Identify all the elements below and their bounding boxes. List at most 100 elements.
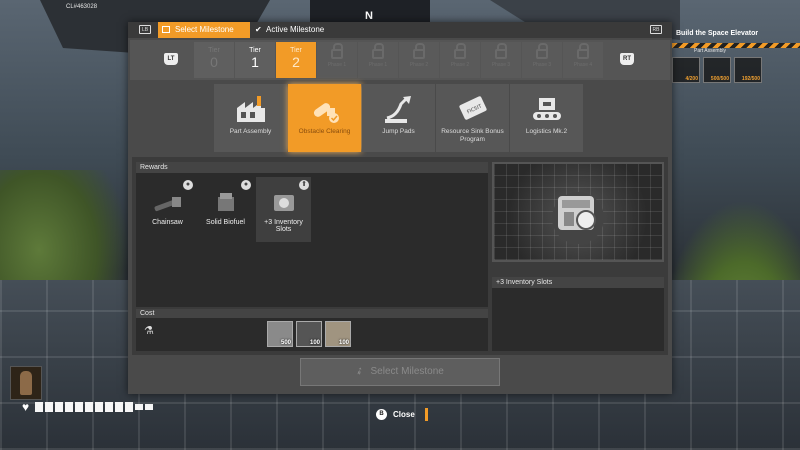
- tier-label: Phase 3: [491, 62, 511, 68]
- milestone-obstacle-clearing[interactable]: Obstacle Clearing: [288, 84, 361, 152]
- smart-plating-icon: 500: [267, 321, 293, 347]
- tab-select-milestone[interactable]: Select Milestone: [158, 22, 250, 38]
- milestone-part-assembly[interactable]: Part Assembly: [214, 84, 287, 152]
- lock-icon: [577, 43, 589, 59]
- tier-label: Phase 1: [327, 62, 347, 68]
- tier-number: 0: [210, 54, 218, 70]
- tier-locked[interactable]: Phase 2: [440, 42, 480, 78]
- tier-label: Phase 4: [573, 62, 593, 68]
- objective-count: 500/500: [710, 76, 729, 82]
- tier-locked[interactable]: Phase 4: [563, 42, 603, 78]
- milestone-details: Rewards ● Chainsaw ● Solid Biofuel ⬆ +3 …: [132, 157, 668, 355]
- reward-description: +3 Inventory Slots: [492, 277, 664, 351]
- compass-heading: N: [365, 10, 373, 22]
- reward-detail-title: +3 Inventory Slots: [492, 277, 664, 288]
- heart-icon: ♥: [22, 400, 30, 414]
- tier-locked[interactable]: Phase 1: [317, 42, 357, 78]
- rewards-section: Rewards ● Chainsaw ● Solid Biofuel ⬆ +3 …: [136, 162, 488, 307]
- smart-plating-icon: 500/500: [703, 57, 731, 83]
- tier-number: 1: [251, 54, 259, 70]
- reward-preview: [492, 162, 664, 262]
- conveyor-icon: [529, 94, 565, 126]
- milestone-name: Jump Pads: [382, 128, 415, 135]
- tier-label: Phase 2: [450, 62, 470, 68]
- tier-2[interactable]: Tier 2: [276, 42, 316, 78]
- lock-icon: [413, 43, 425, 59]
- chainsaw-icon: [307, 94, 343, 126]
- close-prompt[interactable]: B Close: [376, 408, 428, 421]
- cost-header: Cost: [136, 309, 488, 318]
- tier-locked[interactable]: Phase 3: [481, 42, 521, 78]
- cost-amount: 500: [280, 340, 291, 346]
- hub-terminal-panel: LB Select Milestone ✔ Active Milestone R…: [128, 22, 672, 394]
- button-label: Select Milestone: [370, 366, 444, 377]
- tier-label: Phase 3: [532, 62, 552, 68]
- tier-number: 2: [292, 54, 300, 70]
- reward-inventory-slots[interactable]: ⬆ +3 Inventory Slots: [256, 177, 311, 242]
- tier-label: Tier: [249, 47, 261, 54]
- concrete-icon: 100: [325, 321, 351, 347]
- select-milestone-button[interactable]: ➶ Select Milestone: [300, 358, 500, 386]
- player-portrait: [10, 366, 42, 400]
- tab-label: Select Milestone: [175, 25, 234, 34]
- rewards-header: Rewards: [136, 162, 488, 173]
- tab-label: Active Milestone: [266, 25, 325, 34]
- reward-solid-biofuel[interactable]: ● Solid Biofuel: [198, 177, 253, 242]
- lock-icon: [331, 43, 343, 59]
- tier-0[interactable]: Tier 0: [194, 42, 234, 78]
- accent-bar: [424, 408, 428, 421]
- client-id: CL#463028: [66, 4, 98, 10]
- cost-section: Cost ⚗ 500 100 100: [136, 309, 488, 351]
- lb-button-icon[interactable]: LB: [139, 25, 151, 34]
- milestone-resource-sink[interactable]: FICSIT Resource Sink Bonus Program: [436, 84, 509, 152]
- objective-tracker: Build the Space Elevator Part Assembly 4…: [672, 30, 800, 83]
- tier-label: Phase 1: [368, 62, 388, 68]
- frame-icon: 192/500: [734, 57, 762, 83]
- prev-tier-button[interactable]: LT: [164, 53, 178, 65]
- milestone-logistics-mk2[interactable]: Logistics Mk.2: [510, 84, 583, 152]
- lock-icon: [536, 43, 548, 59]
- tier-selector: LT Tier 0 Tier 1 Tier 2 Phase 1 Phase 1 …: [130, 40, 670, 80]
- tier-locked[interactable]: Phase 3: [522, 42, 562, 78]
- health-bar: ♥: [22, 400, 154, 414]
- tier-1[interactable]: Tier 1: [235, 42, 275, 78]
- jump-pad-icon: [381, 94, 417, 126]
- milestone-name: Resource Sink Bonus Program: [441, 128, 504, 143]
- rb-button-icon[interactable]: RB: [650, 25, 662, 34]
- factory-icon: [233, 94, 269, 126]
- milestone-jump-pads[interactable]: Jump Pads: [362, 84, 435, 152]
- tier-locked[interactable]: Phase 2: [399, 42, 439, 78]
- tab-active-milestone[interactable]: ✔ Active Milestone: [252, 22, 362, 38]
- tier-label: Tier: [208, 47, 220, 54]
- lock-icon: [454, 43, 466, 59]
- objective-title: Build the Space Elevator: [676, 30, 759, 37]
- objective-count: 192/500: [741, 76, 760, 82]
- next-tier-button[interactable]: RT: [620, 53, 634, 65]
- reward-name: Solid Biofuel: [206, 219, 245, 226]
- objective-count: 4/200: [685, 76, 698, 82]
- milestone-name: Part Assembly: [229, 128, 272, 135]
- hub-cost-icon: ⚗: [144, 325, 154, 337]
- coupon-icon: FICSIT: [455, 94, 491, 126]
- close-label: Close: [393, 410, 415, 419]
- reward-chainsaw[interactable]: ● Chainsaw: [140, 177, 195, 242]
- biofuel-icon: [208, 189, 244, 215]
- objective-subtitle: Part Assembly: [694, 48, 726, 54]
- reward-name: +3 Inventory Slots: [264, 219, 303, 233]
- rocket-icon: ➶: [353, 364, 367, 379]
- tier-label: Tier: [290, 47, 302, 54]
- cable-icon: 100: [296, 321, 322, 347]
- hazard-stripe: [672, 43, 800, 48]
- reward-name: Chainsaw: [152, 219, 183, 226]
- check-icon: ✔: [255, 25, 262, 34]
- cost-amount: 100: [338, 340, 349, 346]
- milestone-list: Part Assembly Obstacle Clearing Jump Pad…: [128, 82, 672, 154]
- milestone-name: Obstacle Clearing: [298, 128, 351, 135]
- lock-icon: [372, 43, 384, 59]
- cost-amount: 100: [309, 340, 320, 346]
- tier-locked[interactable]: Phase 1: [358, 42, 398, 78]
- lock-icon: [495, 43, 507, 59]
- inventory-upgrade-icon: [546, 182, 610, 246]
- inventory-icon: [266, 189, 302, 215]
- b-button-icon: B: [376, 409, 387, 420]
